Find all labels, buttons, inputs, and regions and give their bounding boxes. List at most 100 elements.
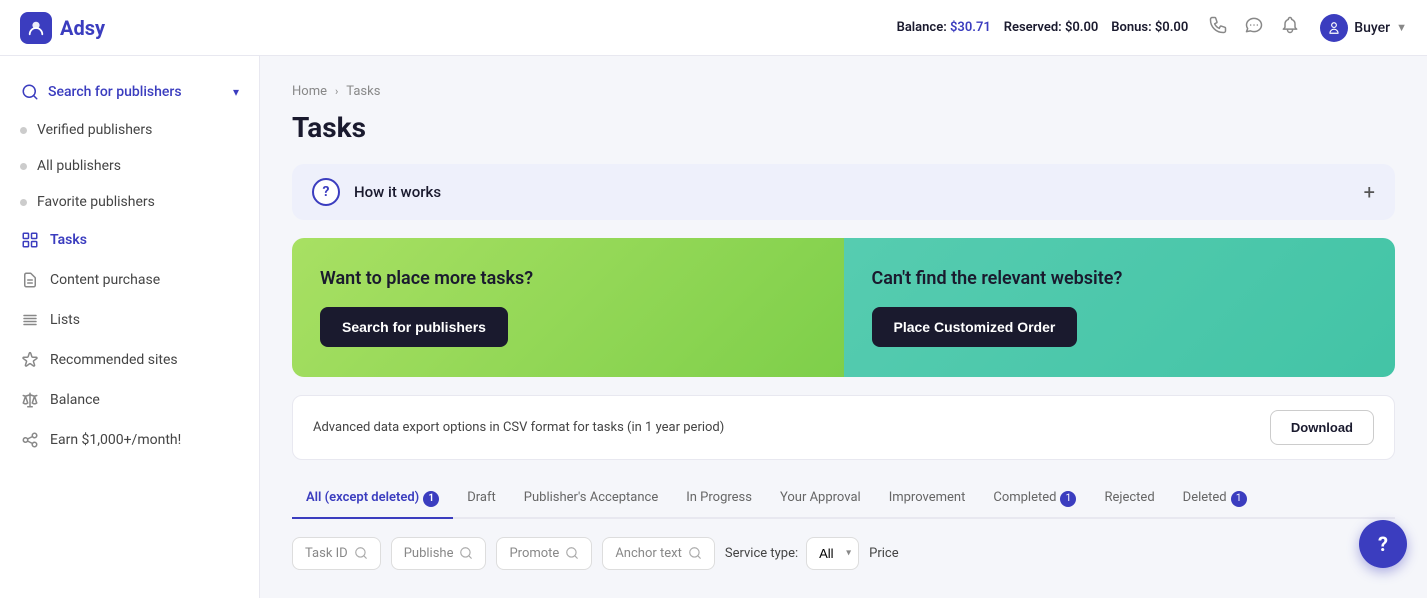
content-purchase-icon [20, 270, 40, 290]
how-it-works-section[interactable]: ? How it works + [292, 164, 1395, 220]
tab-your-approval[interactable]: Your Approval [766, 480, 875, 519]
promo-cards: Want to place more tasks? Search for pub… [292, 238, 1395, 377]
sidebar-dot [20, 163, 27, 170]
bonus-value: $0.00 [1155, 20, 1188, 35]
brand-logo[interactable]: Adsy [20, 12, 105, 44]
lists-icon [20, 310, 40, 330]
sidebar-item-content-purchase[interactable]: Content purchase [0, 260, 259, 300]
tab-badge: 1 [423, 491, 439, 507]
help-button[interactable]: ? [1359, 520, 1407, 568]
tab-draft[interactable]: Draft [453, 480, 510, 519]
sidebar: Search for publishers ▾ Verified publish… [0, 56, 260, 598]
sidebar-dot [20, 199, 27, 206]
publisher-filter[interactable]: Publishe [391, 537, 487, 570]
sidebar-item-all-publishers[interactable]: All publishers [0, 148, 259, 184]
search-publishers-button[interactable]: Search for publishers [320, 307, 508, 347]
sidebar-item-favorite-publishers[interactable]: Favorite publishers [0, 184, 259, 220]
user-label: Buyer [1354, 20, 1390, 36]
tab-rejected[interactable]: Rejected [1090, 480, 1168, 519]
search-publishers-icon [20, 82, 40, 102]
tab-in-progress[interactable]: In Progress [672, 480, 766, 519]
sidebar-item-balance[interactable]: Balance [0, 380, 259, 420]
sidebar-item-search-publishers[interactable]: Search for publishers ▾ [0, 72, 259, 112]
sidebar-item-recommended-sites[interactable]: Recommended sites [0, 340, 259, 380]
place-customized-order-button[interactable]: Place Customized Order [872, 307, 1078, 347]
page-title: Tasks [292, 111, 1395, 144]
promo-card-search: Want to place more tasks? Search for pub… [292, 238, 844, 377]
breadcrumb-separator: › [335, 85, 338, 98]
tab-badge: 1 [1231, 491, 1247, 507]
bell-icon[interactable] [1280, 15, 1300, 40]
reserved-value: $0.00 [1065, 20, 1098, 35]
sidebar-item-lists[interactable]: Lists [0, 300, 259, 340]
user-menu[interactable]: Buyer ▼ [1320, 14, 1407, 42]
tab-badge: 1 [1060, 491, 1076, 507]
tab-deleted[interactable]: Deleted1 [1169, 480, 1261, 519]
filters-row: Task ID Publishe Promote Anchor text Ser… [292, 537, 1395, 570]
balance-display: Balance: $30.71 Reserved: $0.00 Bonus: $… [897, 20, 1189, 35]
balance-label: Balance: [897, 20, 947, 35]
main-content: Home › Tasks Tasks ? How it works + Want… [260, 56, 1427, 598]
balance-label: Balance [50, 392, 100, 408]
expand-icon: + [1364, 180, 1375, 204]
favorite-publishers-label: Favorite publishers [37, 194, 155, 210]
promo-card-customized: Can't find the relevant website? Place C… [844, 238, 1396, 377]
brand-name: Adsy [60, 16, 105, 40]
bonus-label: Bonus: [1111, 20, 1151, 35]
chevron-down-icon: ▾ [233, 85, 239, 99]
avatar [1320, 14, 1348, 42]
task-id-label: Task ID [305, 546, 348, 561]
recommended-sites-icon [20, 350, 40, 370]
topnav-right: Balance: $30.71 Reserved: $0.00 Bonus: $… [897, 14, 1407, 42]
how-it-works-left: ? How it works [312, 178, 441, 206]
nav-icons [1208, 15, 1300, 40]
promote-filter[interactable]: Promote [496, 537, 592, 570]
anchor-text-label: Anchor text [615, 546, 682, 561]
service-type-label: Service type: [725, 546, 798, 561]
sidebar-item-earn[interactable]: Earn $1,000+/month! [0, 420, 259, 460]
reserved-label: Reserved: [1004, 20, 1062, 35]
breadcrumb-current: Tasks [346, 84, 380, 99]
publisher-label: Publishe [404, 546, 454, 561]
service-type-filter: Service type: All ▾ [725, 537, 859, 570]
how-it-works-title: How it works [354, 183, 441, 201]
help-icon: ? [1378, 532, 1388, 556]
export-text: Advanced data export options in CSV form… [313, 420, 724, 435]
anchor-text-search-icon [688, 546, 702, 560]
recommended-sites-label: Recommended sites [50, 352, 178, 368]
anchor-text-filter[interactable]: Anchor text [602, 537, 715, 570]
tab-all-except-deleted-[interactable]: All (except deleted)1 [292, 480, 453, 519]
promote-label: Promote [509, 546, 559, 561]
main-layout: Search for publishers ▾ Verified publish… [0, 56, 1427, 598]
tab-improvement[interactable]: Improvement [875, 480, 980, 519]
tab-completed[interactable]: Completed1 [979, 480, 1090, 519]
tab-publisher-s-acceptance[interactable]: Publisher's Acceptance [510, 480, 672, 519]
promote-search-icon [565, 546, 579, 560]
earn-label: Earn $1,000+/month! [50, 432, 181, 448]
phone-icon[interactable] [1208, 15, 1228, 40]
verified-publishers-label: Verified publishers [37, 122, 152, 138]
export-row: Advanced data export options in CSV form… [292, 395, 1395, 460]
content-purchase-label: Content purchase [50, 272, 160, 288]
task-id-filter[interactable]: Task ID [292, 537, 381, 570]
sidebar-dot [20, 127, 27, 134]
chat-icon[interactable] [1244, 15, 1264, 40]
download-button[interactable]: Download [1270, 410, 1374, 445]
task-id-search-icon [354, 546, 368, 560]
promo-card1-title: Want to place more tasks? [320, 268, 816, 289]
sidebar-item-verified-publishers[interactable]: Verified publishers [0, 112, 259, 148]
logo-icon [20, 12, 52, 44]
balance-icon [20, 390, 40, 410]
breadcrumb-home[interactable]: Home [292, 84, 327, 99]
publisher-search-icon [459, 546, 473, 560]
tasks-icon [20, 230, 40, 250]
top-navigation: Adsy Balance: $30.71 Reserved: $0.00 Bon… [0, 0, 1427, 56]
price-label: Price [869, 546, 898, 561]
user-chevron-icon: ▼ [1396, 21, 1407, 34]
promo-card2-title: Can't find the relevant website? [872, 268, 1368, 289]
all-publishers-label: All publishers [37, 158, 121, 174]
task-tabs: All (except deleted)1DraftPublisher's Ac… [292, 480, 1395, 519]
service-type-select[interactable]: All [806, 537, 859, 570]
sidebar-item-tasks[interactable]: Tasks [0, 220, 259, 260]
breadcrumb: Home › Tasks [292, 84, 1395, 99]
